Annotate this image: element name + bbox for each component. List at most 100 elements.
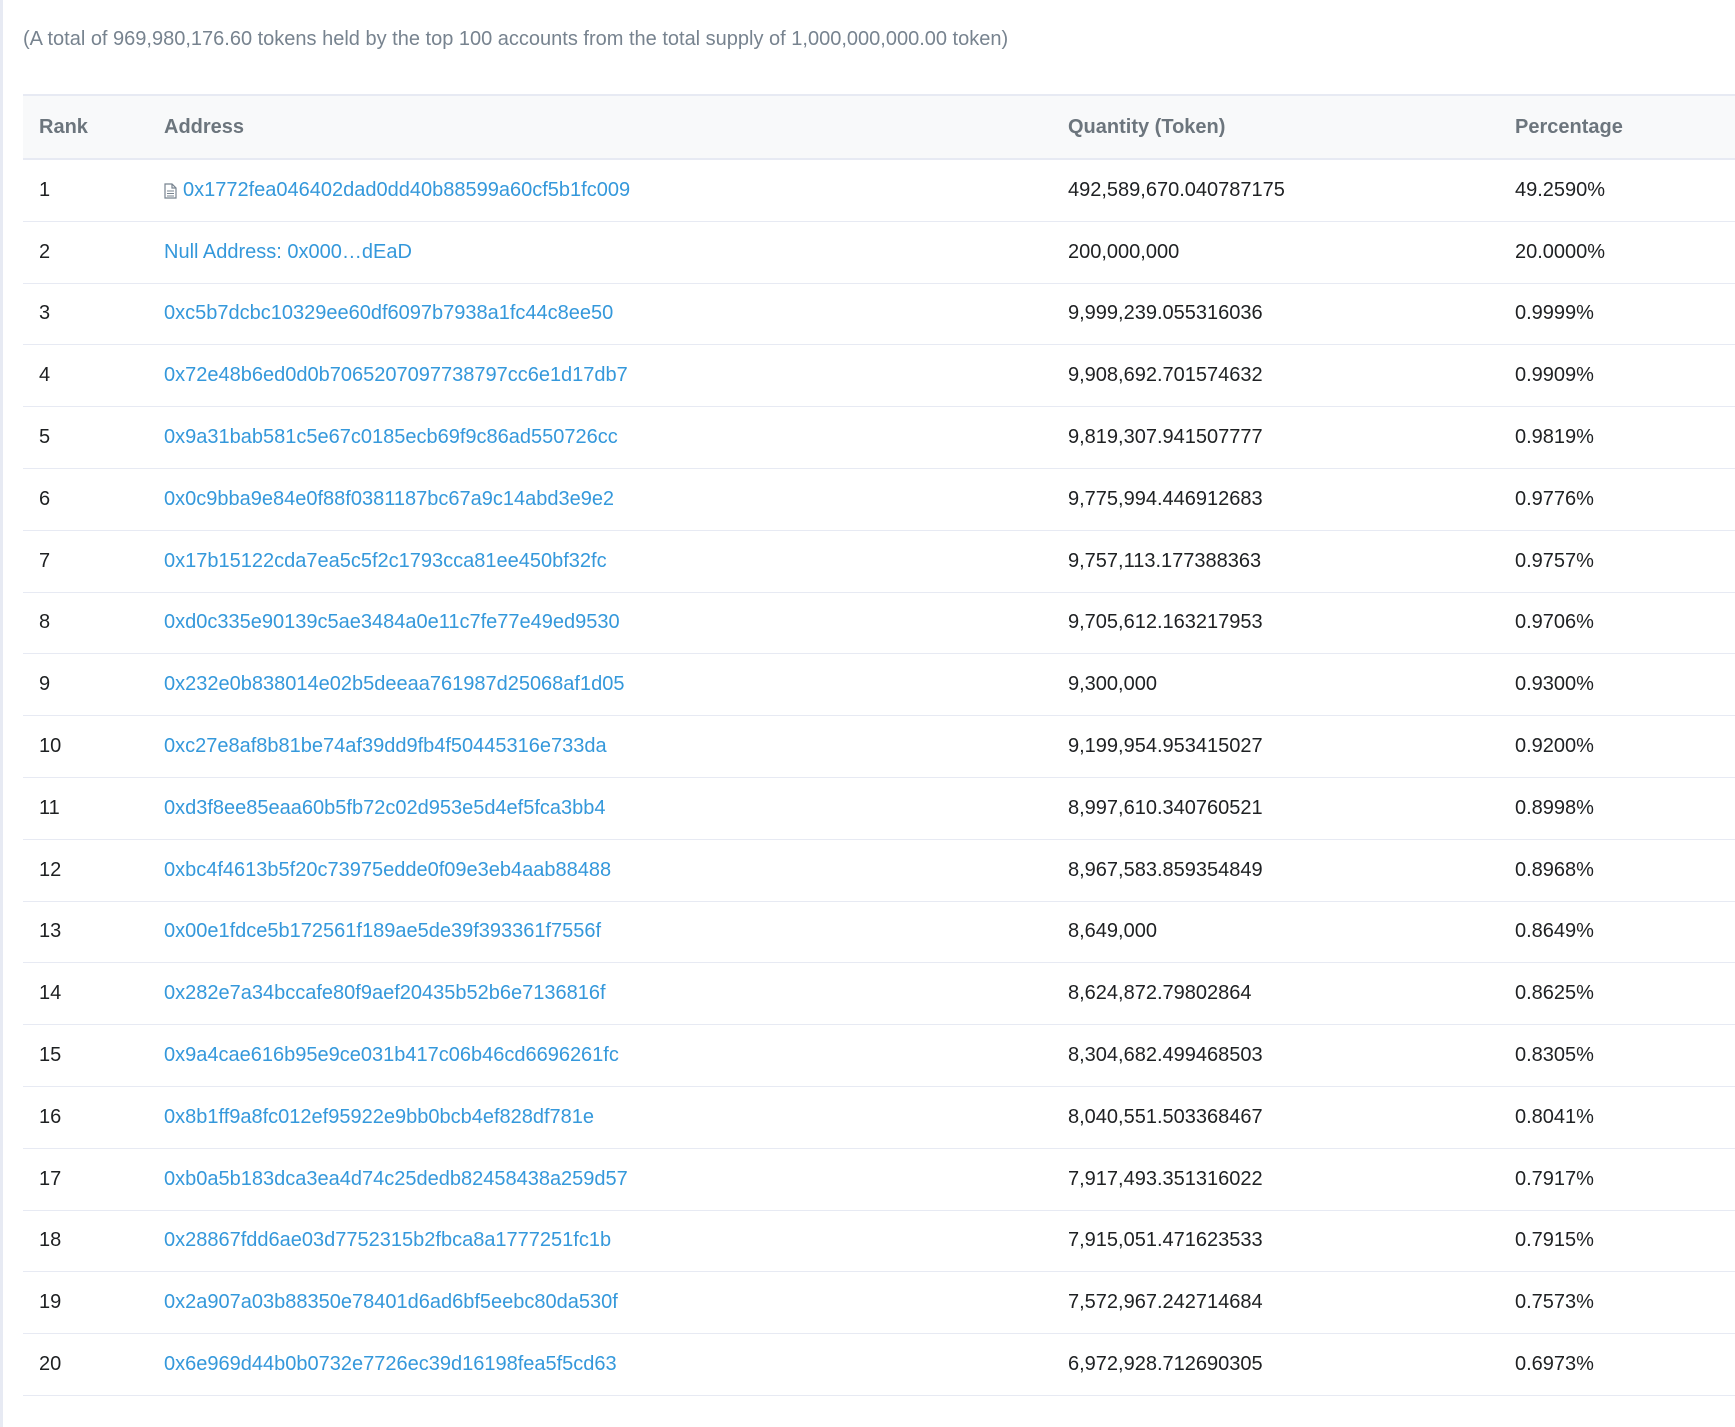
table-row: 15 0x9a4cae616b95e9ce031b417c06b46cd66962… [23,1025,1735,1087]
rank-cell: 7 [39,549,51,572]
table-body: 1 0x1772fea046402dad0dd40b88599a60cf5b1fc… [23,160,1735,1396]
table-row: 10 0xc27e8af8b81be74af39dd9fb4f50445316e7… [23,716,1735,778]
address-cell: 0xd3f8ee85eaa60b5fb72c02d953e5d4ef5fca3b… [164,797,1068,820]
address-link[interactable]: 0xb0a5b183dca3ea4d74c25dedb82458438a259d… [164,1168,628,1191]
table-row: 13 0x00e1fdce5b172561f189ae5de39f393361f7… [23,902,1735,964]
address-link[interactable]: 0x8b1ff9a8fc012ef95922e9bb0bcb4ef828df78… [164,1106,594,1129]
quantity-cell: 9,775,994.446912683 [1068,487,1263,510]
quantity-cell: 7,572,967.242714684 [1068,1291,1263,1314]
table-row: 6 0x0c9bba9e84e0f88f0381187bc67a9c14abd3e… [23,469,1735,531]
rank-cell: 5 [39,426,51,449]
table-row: 5 0x9a31bab581c5e67c0185ecb69f9c86ad55072… [23,407,1735,469]
quantity-cell: 7,915,051.471623533 [1068,1229,1263,1252]
address-link[interactable]: 0x282e7a34bccafe80f9aef20435b52b6e713681… [164,982,606,1005]
header-rank: Rank [39,115,88,138]
quantity-cell: 8,624,872.79802864 [1068,982,1252,1005]
rank-cell: 15 [39,1044,62,1067]
address-cell: 0x1772fea046402dad0dd40b88599a60cf5b1fc0… [164,179,1068,202]
rank-cell: 16 [39,1105,62,1128]
contract-file-icon [164,182,177,199]
quantity-cell: 9,819,307.941507777 [1068,426,1263,449]
address-link[interactable]: 0x72e48b6ed0d0b7065207097738797cc6e1d17d… [164,364,628,387]
address-cell: 0x9a31bab581c5e67c0185ecb69f9c86ad550726… [164,426,1068,449]
address-link[interactable]: 0x6e969d44b0b0732e7726ec39d16198fea5f5cd… [164,1353,617,1376]
address-cell: 0x2a907a03b88350e78401d6ad6bf5eebc80da53… [164,1291,1068,1314]
address-link[interactable]: 0x2a907a03b88350e78401d6ad6bf5eebc80da53… [164,1291,618,1314]
address-cell: 0xb0a5b183dca3ea4d74c25dedb82458438a259d… [164,1168,1068,1191]
quantity-cell: 492,589,670.040787175 [1068,178,1285,201]
percentage-cell: 0.8625% [1515,982,1594,1005]
percentage-cell: 20.0000% [1515,240,1606,263]
address-link[interactable]: 0xd3f8ee85eaa60b5fb72c02d953e5d4ef5fca3b… [164,797,606,820]
rank-cell: 12 [39,858,62,881]
percentage-cell: 0.9819% [1515,426,1594,449]
address-cell: 0x9a4cae616b95e9ce031b417c06b46cd6696261… [164,1044,1068,1067]
quantity-cell: 9,705,612.163217953 [1068,611,1263,634]
percentage-cell: 0.8998% [1515,796,1594,819]
percentage-cell: 0.9200% [1515,735,1594,758]
address-link[interactable]: 0xd0c335e90139c5ae3484a0e11c7fe77e49ed95… [164,611,620,634]
rank-cell: 10 [39,735,62,758]
quantity-cell: 9,199,954.953415027 [1068,735,1263,758]
rank-cell: 13 [39,920,62,943]
address-link[interactable]: 0x28867fdd6ae03d7752315b2fbca8a1777251fc… [164,1229,611,1252]
address-link[interactable]: 0xbc4f4613b5f20c73975edde0f09e3eb4aab884… [164,859,611,882]
address-link[interactable]: 0x00e1fdce5b172561f189ae5de39f393361f755… [164,920,601,943]
percentage-cell: 0.8305% [1515,1044,1594,1067]
address-cell: 0x6e969d44b0b0732e7726ec39d16198fea5f5cd… [164,1353,1068,1376]
table-row: 2 Null Address: 0x000…dEaD 200,000,000 20.0… [23,222,1735,284]
table-row: 17 0xb0a5b183dca3ea4d74c25dedb82458438a25… [23,1149,1735,1211]
quantity-cell: 7,917,493.351316022 [1068,1167,1263,1190]
address-link[interactable]: 0x17b15122cda7ea5c5f2c1793cca81ee450bf32… [164,550,607,573]
address-cell: 0xbc4f4613b5f20c73975edde0f09e3eb4aab884… [164,859,1068,882]
address-link[interactable]: Null Address: 0x000…dEaD [164,241,412,264]
percentage-cell: 0.9999% [1515,302,1594,325]
holders-page: (A total of 969,980,176.60 tokens held b… [0,0,1735,1427]
address-link[interactable]: 0x0c9bba9e84e0f88f0381187bc67a9c14abd3e9… [164,488,614,511]
table-row: 16 0x8b1ff9a8fc012ef95922e9bb0bcb4ef828df… [23,1087,1735,1149]
percentage-cell: 0.9706% [1515,611,1594,634]
table-row: 8 0xd0c335e90139c5ae3484a0e11c7fe77e49ed9… [23,593,1735,655]
address-link[interactable]: 0xc5b7dcbc10329ee60df6097b7938a1fc44c8ee… [164,302,613,325]
table-row: 7 0x17b15122cda7ea5c5f2c1793cca81ee450bf3… [23,531,1735,593]
rank-cell: 2 [39,240,51,263]
quantity-cell: 9,757,113.177388363 [1068,549,1262,572]
table-row: 14 0x282e7a34bccafe80f9aef20435b52b6e7136… [23,963,1735,1026]
table-row: 19 0x2a907a03b88350e78401d6ad6bf5eebc80da… [23,1272,1735,1335]
quantity-cell: 9,999,239.055316036 [1068,302,1263,325]
rank-cell: 1 [39,178,51,201]
quantity-cell: 8,040,551.503368467 [1068,1105,1263,1128]
percentage-cell: 0.8649% [1515,920,1594,943]
header-address: Address [164,115,245,138]
percentage-cell: 49.2590% [1515,178,1606,201]
address-cell: 0x8b1ff9a8fc012ef95922e9bb0bcb4ef828df78… [164,1106,1068,1129]
percentage-cell: 0.7573% [1515,1291,1594,1314]
percentage-cell: 0.9300% [1515,673,1594,696]
rank-cell: 11 [39,796,60,819]
quantity-cell: 8,304,682.499468503 [1068,1044,1263,1067]
percentage-cell: 0.6973% [1515,1353,1594,1376]
holders-summary: (A total of 969,980,176.60 tokens held b… [23,28,1009,50]
rank-cell: 17 [39,1167,62,1190]
address-link[interactable]: 0x1772fea046402dad0dd40b88599a60cf5b1fc0… [183,179,630,202]
table-header: Rank Address Quantity (Token) Percentage [23,96,1735,160]
address-cell: 0x232e0b838014e02b5deeaa761987d25068af1d… [164,673,1068,696]
address-cell: 0x0c9bba9e84e0f88f0381187bc67a9c14abd3e9… [164,488,1068,511]
rank-cell: 14 [39,982,62,1005]
quantity-cell: 200,000,000 [1068,240,1180,263]
address-cell: 0x17b15122cda7ea5c5f2c1793cca81ee450bf32… [164,550,1068,573]
table-row: 9 0x232e0b838014e02b5deeaa761987d25068af1… [23,654,1735,717]
quantity-cell: 9,908,692.701574632 [1068,364,1263,387]
address-link[interactable]: 0x9a4cae616b95e9ce031b417c06b46cd6696261… [164,1044,619,1067]
address-link[interactable]: 0x232e0b838014e02b5deeaa761987d25068af1d… [164,673,624,696]
address-link[interactable]: 0x9a31bab581c5e67c0185ecb69f9c86ad550726… [164,426,618,449]
percentage-cell: 0.8041% [1515,1105,1594,1128]
quantity-cell: 8,649,000 [1068,920,1157,943]
header-percentage: Percentage [1515,115,1623,138]
table-row: 11 0xd3f8ee85eaa60b5fb72c02d953e5d4ef5fca… [23,778,1735,840]
rank-cell: 19 [39,1291,62,1314]
table-row: 4 0x72e48b6ed0d0b7065207097738797cc6e1d17… [23,345,1735,408]
table-row: 12 0xbc4f4613b5f20c73975edde0f09e3eb4aab8… [23,840,1735,902]
table-row: 1 0x1772fea046402dad0dd40b88599a60cf5b1fc… [23,160,1735,222]
address-link[interactable]: 0xc27e8af8b81be74af39dd9fb4f50445316e733… [164,735,607,758]
